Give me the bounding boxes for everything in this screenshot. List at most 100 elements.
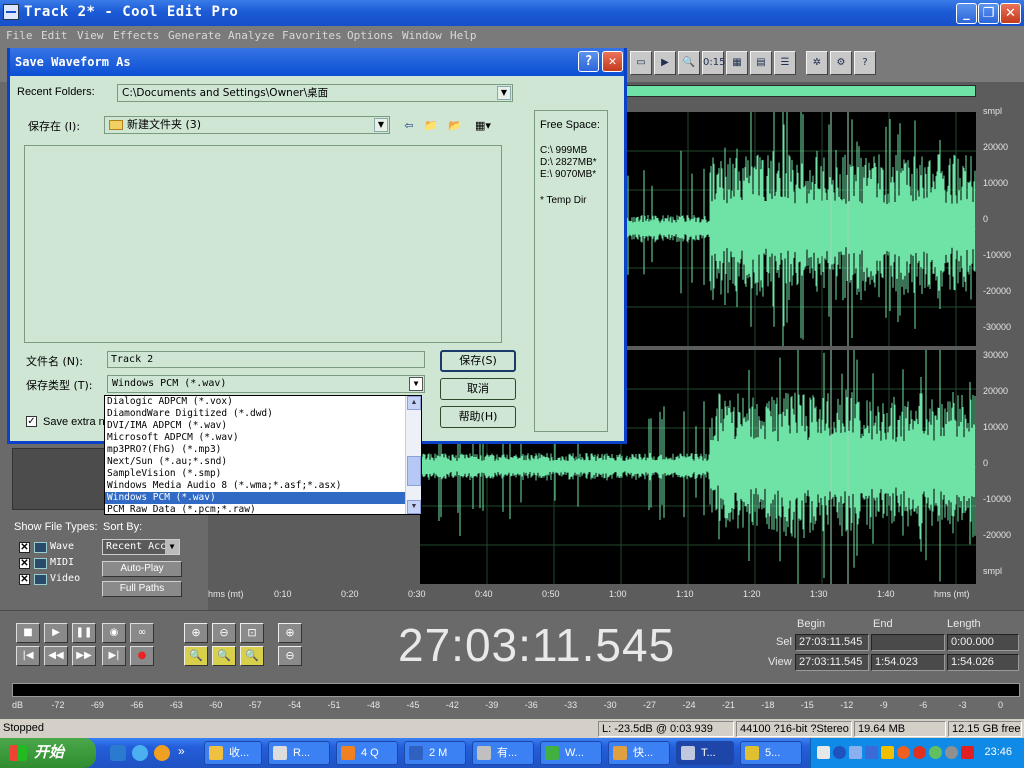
zoom-in-horizontal-icon[interactable]: ⊕ (184, 623, 208, 643)
internet-explorer-icon[interactable] (132, 745, 148, 761)
chevron-down-icon[interactable]: ▼ (165, 540, 179, 554)
file-list[interactable] (24, 145, 502, 343)
sel-length-field[interactable]: 0:00.000 (947, 634, 1019, 651)
task-button-9[interactable]: 5... (740, 741, 802, 765)
time-format-icon[interactable]: 0:15 (702, 51, 725, 75)
scroll-down-icon[interactable]: ▼ (407, 500, 421, 514)
scroll-thumb[interactable] (407, 456, 421, 486)
back-icon[interactable]: ⇦ (400, 118, 418, 134)
zoom-out-horizontal-icon[interactable]: ⊖ (212, 623, 236, 643)
file-type-option[interactable]: Windows Media Audio 8 (*.wma;*.asf;*.asx… (105, 480, 405, 492)
task-button-7[interactable]: 快... (608, 741, 670, 765)
pause-icon[interactable]: ❚❚ (72, 623, 96, 643)
waveform-overview-bar[interactable] (620, 85, 976, 97)
go-to-end-icon[interactable]: ▶| (102, 646, 126, 666)
help-icon[interactable]: ? (854, 51, 876, 75)
cool-edit-app-icon[interactable] (3, 4, 19, 20)
view-end-field[interactable]: 1:54.023 (871, 654, 945, 671)
file-type-option[interactable]: DVI/IMA ADPCM (*.wav) (105, 420, 405, 432)
task-button-1[interactable]: 收... (204, 741, 262, 765)
zoom-to-selection-icon[interactable]: 🔍 (184, 646, 208, 666)
save-type-dropdown-list[interactable]: PCM Raw Data (*.pcm;*.raw) Windows PCM (*… (104, 395, 422, 515)
tray-app-icon-2[interactable] (913, 746, 926, 759)
help-icon[interactable]: ? (578, 51, 599, 72)
task-button-6[interactable]: W... (540, 741, 602, 765)
network-icon[interactable] (849, 746, 862, 759)
file-type-option[interactable]: SampleVision (*.smp) (105, 468, 405, 480)
waveform-view-icon[interactable]: ▭ (630, 51, 652, 75)
file-type-option[interactable]: mp3PRO?(FhG) (*.mp3) (105, 444, 405, 456)
chevron-down-icon[interactable]: ▼ (374, 118, 388, 132)
record-icon[interactable]: ● (130, 646, 154, 666)
tray-app-icon-3[interactable] (945, 746, 958, 759)
task-button-2[interactable]: R... (268, 741, 330, 765)
task-button-4[interactable]: 2 M (404, 741, 466, 765)
minimize-icon[interactable]: _ (956, 3, 977, 24)
stop-icon[interactable]: ■ (16, 623, 40, 643)
sort-by-select[interactable]: Recent Acc ▼ (102, 539, 180, 555)
grid-icon[interactable]: ▦ (726, 51, 748, 75)
kingsoft-icon[interactable] (961, 746, 974, 759)
recent-folders-select[interactable]: C:\Documents and Settings\Owner\桌面 ▼ (117, 84, 513, 102)
show-desktop-icon[interactable] (110, 745, 126, 761)
menu-generate[interactable]: Generate (168, 29, 221, 42)
view-length-field[interactable]: 1:54.026 (947, 654, 1019, 671)
dialog-titlebar[interactable]: Save Waveform As ? ✕ (10, 48, 624, 76)
play-button-icon[interactable]: ▶ (44, 623, 68, 643)
play-to-end-icon[interactable]: ◉ (102, 623, 126, 643)
menu-edit[interactable]: Edit (41, 29, 68, 42)
save-button[interactable]: 保存(S) (440, 350, 516, 372)
close-icon[interactable]: ✕ (602, 51, 623, 72)
wave-checkbox[interactable]: ✕ (19, 542, 30, 553)
zoom-full-icon[interactable]: ⊡ (240, 623, 264, 643)
qq-tray-icon[interactable] (897, 746, 910, 759)
settings-icon[interactable]: ⚙ (830, 51, 852, 75)
restore-icon[interactable]: ❐ (978, 3, 999, 24)
task-button-cool-edit[interactable]: T... (676, 741, 734, 765)
scrub-icon[interactable]: 🔍 (678, 51, 700, 75)
up-folder-icon[interactable]: 📁 (422, 118, 440, 134)
file-type-option[interactable]: Next/Sun (*.au;*.snd) (105, 456, 405, 468)
msn-icon[interactable] (929, 746, 942, 759)
rewind-icon[interactable]: ◀◀ (44, 646, 68, 666)
effects-icon[interactable]: ✲ (806, 51, 828, 75)
mixer-icon[interactable]: ☰ (774, 51, 796, 75)
task-button-3[interactable]: 4 Q (336, 741, 398, 765)
save-extra-checkbox[interactable]: ✓ (26, 416, 37, 427)
loop-icon[interactable]: ∞ (130, 623, 154, 643)
scroll-up-icon[interactable]: ▲ (407, 396, 421, 410)
midi-checkbox[interactable]: ✕ (19, 558, 30, 569)
auto-play-button[interactable]: Auto-Play (102, 561, 182, 577)
video-checkbox[interactable]: ✕ (19, 574, 30, 585)
volume-icon[interactable] (865, 746, 878, 759)
start-button[interactable]: 开始 (0, 738, 96, 768)
chevron-down-icon[interactable]: ▼ (409, 377, 423, 391)
view-begin-field[interactable]: 27:03:11.545 (795, 654, 869, 671)
menu-effects[interactable]: Effects (113, 29, 159, 42)
keyboard-icon[interactable] (817, 746, 830, 759)
sel-end-field[interactable] (871, 634, 945, 651)
file-type-option[interactable]: DiamondWare Digitized (*.dwd) (105, 408, 405, 420)
help-button[interactable]: 帮助(H) (440, 406, 516, 428)
menu-view[interactable]: View (77, 29, 104, 42)
menu-options[interactable]: Options (347, 29, 393, 42)
cancel-button[interactable]: 取消 (440, 378, 516, 400)
go-to-start-icon[interactable]: |◀ (16, 646, 40, 666)
qq-icon[interactable] (154, 745, 170, 761)
menu-analyze[interactable]: Analyze (228, 29, 274, 42)
menu-file[interactable]: File (6, 29, 33, 42)
new-folder-icon[interactable]: 📂 (446, 118, 464, 134)
menu-window[interactable]: Window (402, 29, 442, 42)
fast-forward-icon[interactable]: ▶▶ (72, 646, 96, 666)
zoom-out-vertical-icon[interactable]: ⊖ (278, 646, 302, 666)
full-paths-button[interactable]: Full Paths (102, 581, 182, 597)
menu-help[interactable]: Help (450, 29, 477, 42)
sel-begin-field[interactable]: 27:03:11.545 (795, 634, 869, 651)
dropdown-scrollbar[interactable]: ▲ ▼ (405, 396, 421, 514)
tray-app-icon-1[interactable] (881, 746, 894, 759)
save-type-select[interactable]: Windows PCM (*.wav) ▼ (107, 375, 425, 393)
zoom-left-icon[interactable]: 🔍 (212, 646, 236, 666)
filename-input[interactable]: Track 2 (107, 351, 425, 368)
back-arrow-icon[interactable] (833, 746, 846, 759)
zoom-right-icon[interactable]: 🔍 (240, 646, 264, 666)
